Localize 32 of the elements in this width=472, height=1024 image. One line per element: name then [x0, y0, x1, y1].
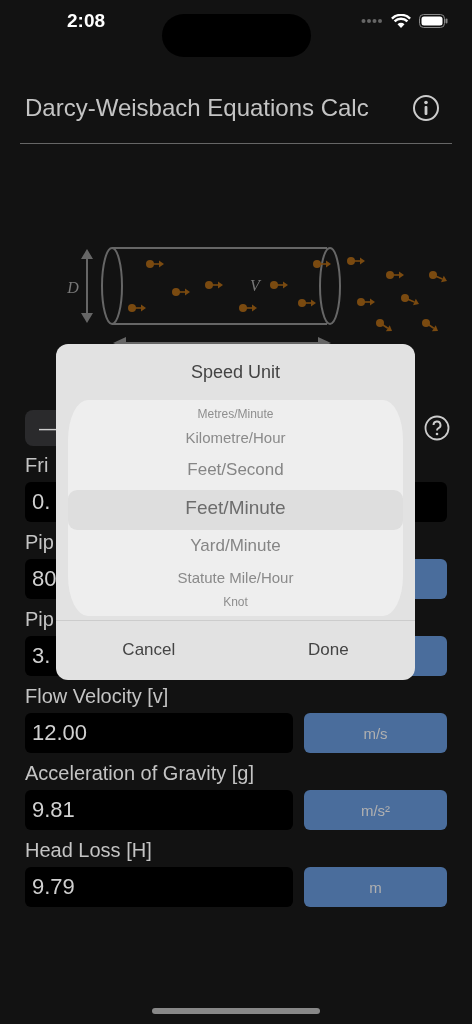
wifi-icon [391, 13, 411, 29]
done-button[interactable]: Done [288, 634, 369, 666]
field-label: Flow Velocity [v] [25, 685, 169, 707]
picker-option[interactable]: Yard/Minute [190, 534, 281, 558]
help-button[interactable] [424, 415, 450, 441]
unit-button[interactable]: m [304, 867, 447, 907]
help-icon [424, 415, 450, 441]
picker-option[interactable]: Kilometre/Hour [185, 426, 286, 450]
screen-title: Darcy-Weisbach Equations Calc [25, 94, 369, 122]
field-label: Pip [25, 531, 54, 553]
picker-option[interactable]: Metres/Minute [197, 402, 274, 426]
field-label: Head Loss [H] [25, 839, 152, 861]
picker-wheel[interactable]: Metres/Minute Kilometre/Hour Feet/Second Feet/Minute Yard/Minute Statute Mile/Hour Knot [68, 400, 403, 616]
signal-icon [361, 18, 383, 24]
cancel-button[interactable]: Cancel [102, 634, 196, 666]
input-field[interactable]: 9.81 [25, 790, 293, 830]
battery-icon [419, 14, 448, 28]
field-label: Acceleration of Gravity [g] [25, 762, 254, 784]
picker-option[interactable]: Statute Mile/Hour [177, 566, 294, 590]
field-label: Pip [25, 608, 54, 630]
info-icon [412, 94, 440, 122]
input-field[interactable]: 12.00 [25, 713, 293, 753]
field-label: Fri [25, 454, 49, 476]
unit-button[interactable]: m/s [304, 713, 447, 753]
picker-option[interactable]: Knot [223, 590, 248, 614]
unit-button[interactable]: m/s² [304, 790, 447, 830]
picker-option[interactable]: Feet/Second [187, 458, 284, 482]
clock: 2:08 [66, 10, 106, 32]
picker-option[interactable]: Feet/Minute [185, 496, 286, 520]
input-field[interactable]: 9.79 [25, 867, 293, 907]
info-button[interactable] [412, 94, 440, 122]
dialog-title: Speed Unit [189, 361, 282, 384]
